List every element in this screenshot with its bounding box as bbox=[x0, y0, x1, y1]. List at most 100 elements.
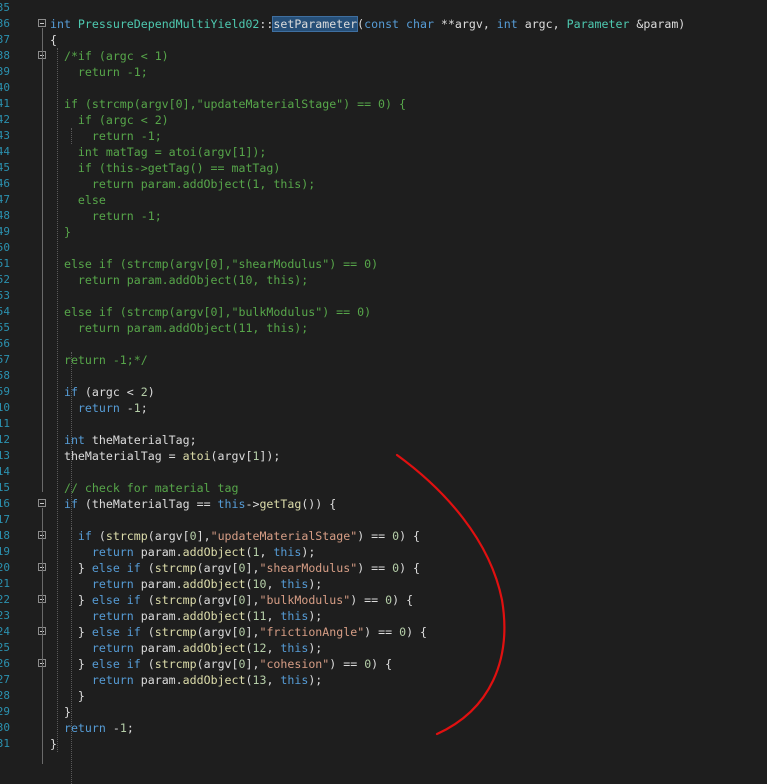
selected-token: setParameter bbox=[272, 16, 359, 32]
code-line[interactable]: 21 return param.addObject(10, this); bbox=[0, 576, 767, 592]
code-token: , bbox=[266, 673, 281, 687]
code-line[interactable]: 29 } bbox=[0, 704, 767, 720]
code-token: ); bbox=[308, 673, 323, 687]
code-line[interactable]: 28 } bbox=[0, 688, 767, 704]
code-line[interactable]: 54 else if (strcmp(argv[0],"bulkModulus"… bbox=[0, 304, 767, 320]
code-line[interactable]: 35 bbox=[0, 0, 767, 16]
code-token: } bbox=[50, 225, 71, 239]
collapse-toggle-icon[interactable] bbox=[38, 19, 46, 27]
code-text: } bbox=[50, 224, 71, 240]
indent-guide bbox=[57, 48, 58, 752]
code-token: addObject bbox=[182, 545, 246, 559]
code-token: 2 bbox=[140, 385, 148, 399]
line-number: 26 bbox=[0, 657, 10, 670]
code-text: return param.addObject(1, this); bbox=[50, 176, 315, 192]
code-token: theMaterialTag; bbox=[84, 433, 197, 447]
code-token: 0 bbox=[238, 657, 246, 671]
code-token: this bbox=[280, 577, 309, 591]
code-line[interactable]: 13 theMaterialTag = atoi(argv[1]); bbox=[0, 448, 767, 464]
code-line[interactable]: 55 return param.addObject(11, this); bbox=[0, 320, 767, 336]
code-line[interactable]: 38 /*if (argc < 1) bbox=[0, 48, 767, 64]
code-line[interactable]: 47 else bbox=[0, 192, 767, 208]
code-line[interactable]: 14 bbox=[0, 464, 767, 480]
code-text: } else if (strcmp(argv[0],"shearModulus"… bbox=[50, 560, 420, 576]
code-token: ; bbox=[140, 401, 148, 415]
code-line[interactable]: 44 int matTag = atoi(argv[1]); bbox=[0, 144, 767, 160]
code-line[interactable]: 42 if (argc < 2) bbox=[0, 112, 767, 128]
code-line[interactable]: 18 if (strcmp(argv[0],"updateMaterialSta… bbox=[0, 528, 767, 544]
code-line[interactable]: 36 int PressureDependMultiYield02::setPar… bbox=[0, 16, 767, 32]
code-line[interactable]: 37 { bbox=[0, 32, 767, 48]
code-line[interactable]: 49 } bbox=[0, 224, 767, 240]
code-token: :: bbox=[259, 17, 274, 31]
code-token: if (argc < 2) bbox=[50, 113, 169, 127]
code-line[interactable]: 45 if (this->getTag() == matTag) bbox=[0, 160, 767, 176]
code-line[interactable]: 10 return -1; bbox=[0, 400, 767, 416]
code-line[interactable]: 51 else if (strcmp(argv[0],"shearModulus… bbox=[0, 256, 767, 272]
code-token: 0 bbox=[399, 625, 407, 639]
code-line[interactable]: 22 } else if (strcmp(argv[0],"bulkModulu… bbox=[0, 592, 767, 608]
code-token: addObject bbox=[182, 577, 246, 591]
line-number: 54 bbox=[0, 305, 10, 318]
code-token: ) { bbox=[406, 625, 428, 639]
code-line[interactable]: 50 bbox=[0, 240, 767, 256]
code-token: param. bbox=[133, 673, 183, 687]
code-token: (argv[ bbox=[196, 625, 239, 639]
code-text: return -1; bbox=[50, 208, 162, 224]
code-text: } bbox=[50, 688, 85, 704]
code-line[interactable]: 48 return -1; bbox=[0, 208, 767, 224]
code-token: char bbox=[406, 17, 434, 31]
code-token: ( bbox=[140, 593, 155, 607]
code-text: } else if (strcmp(argv[0],"cohesion") ==… bbox=[50, 656, 392, 672]
code-token: int matTag = atoi(argv[1]); bbox=[50, 145, 267, 159]
code-token: ], bbox=[245, 657, 260, 671]
line-number: 28 bbox=[0, 689, 10, 702]
code-line[interactable]: 19 return param.addObject(1, this); bbox=[0, 544, 767, 560]
line-number: 21 bbox=[0, 577, 10, 590]
code-token: ( bbox=[140, 561, 155, 575]
code-line[interactable]: 56 bbox=[0, 336, 767, 352]
code-token: addObject bbox=[182, 641, 246, 655]
code-token: return -1; bbox=[50, 65, 148, 79]
code-line[interactable]: 20 } else if (strcmp(argv[0],"shearModul… bbox=[0, 560, 767, 576]
code-token: -> bbox=[245, 497, 260, 511]
code-line[interactable]: 26 } else if (strcmp(argv[0],"cohesion")… bbox=[0, 656, 767, 672]
code-line[interactable]: 41 if (strcmp(argv[0],"updateMaterialSta… bbox=[0, 96, 767, 112]
code-line[interactable]: 58 bbox=[0, 368, 767, 384]
code-token: else if (strcmp(argv[0],"bulkModulus") =… bbox=[50, 305, 372, 319]
code-line[interactable]: 23 return param.addObject(11, this); bbox=[0, 608, 767, 624]
code-line[interactable]: 57 return -1;*/ bbox=[0, 352, 767, 368]
code-token: strcmp bbox=[154, 657, 197, 671]
code-line[interactable]: 11 bbox=[0, 416, 767, 432]
code-token: , bbox=[259, 545, 274, 559]
code-text: else bbox=[50, 192, 106, 208]
line-number: 11 bbox=[0, 417, 10, 430]
code-line[interactable]: 16 if (theMaterialTag == this->getTag())… bbox=[0, 496, 767, 512]
code-line[interactable]: 15 // check for material tag bbox=[0, 480, 767, 496]
code-line[interactable]: 17 bbox=[0, 512, 767, 528]
code-line[interactable]: 43 return -1; bbox=[0, 128, 767, 144]
code-line[interactable]: 53 bbox=[0, 288, 767, 304]
code-line[interactable]: 39 return -1; bbox=[0, 64, 767, 80]
code-token: ()) { bbox=[301, 497, 337, 511]
code-line[interactable]: 27 return param.addObject(13, this); bbox=[0, 672, 767, 688]
collapse-toggle-icon[interactable] bbox=[38, 499, 46, 507]
code-line[interactable]: 52 return param.addObject(10, this); bbox=[0, 272, 767, 288]
code-line[interactable]: 59 if (argc < 2) bbox=[0, 384, 767, 400]
code-line[interactable]: 40 bbox=[0, 80, 767, 96]
code-token: addObject bbox=[182, 609, 246, 623]
code-token: // check for material tag bbox=[50, 481, 239, 495]
code-line[interactable]: 25 return param.addObject(12, this); bbox=[0, 640, 767, 656]
code-line[interactable]: 12 int theMaterialTag; bbox=[0, 432, 767, 448]
code-line[interactable]: 24 } else if (strcmp(argv[0],"frictionAn… bbox=[0, 624, 767, 640]
code-token: 11 bbox=[252, 609, 267, 623]
code-line[interactable]: 46 return param.addObject(1, this); bbox=[0, 176, 767, 192]
code-text: return -1; bbox=[50, 64, 148, 80]
code-token: this bbox=[273, 545, 302, 559]
code-line[interactable]: 30 return -1; bbox=[0, 720, 767, 736]
code-editor[interactable]: 35 36 int PressureDependMultiYield02::setP… bbox=[0, 0, 767, 784]
code-line[interactable]: 31} bbox=[0, 736, 767, 752]
code-token: return -1; bbox=[50, 209, 162, 223]
